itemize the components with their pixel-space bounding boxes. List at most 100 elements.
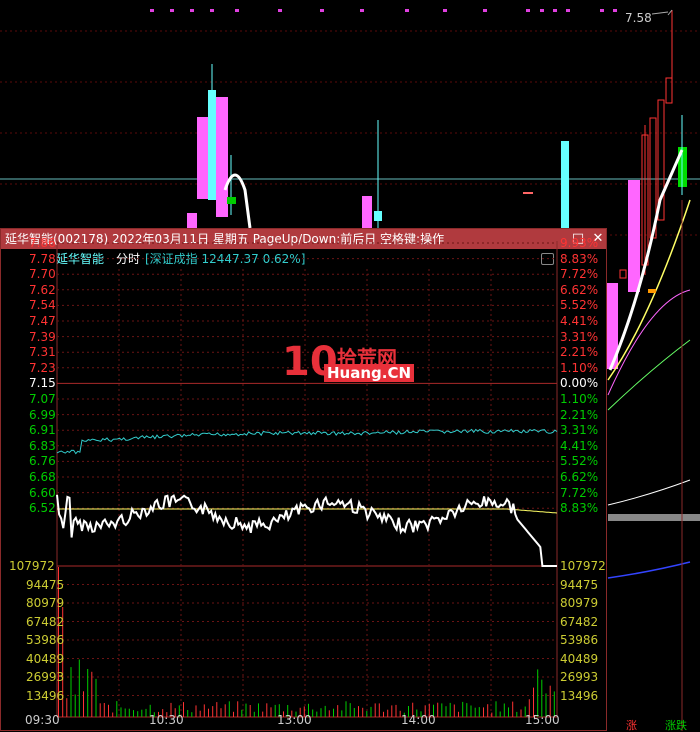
volume-bar: [362, 707, 364, 717]
volume-axis-label: 53986: [26, 633, 65, 647]
price-axis-label: 7.86: [29, 236, 56, 250]
volume-bar: [258, 703, 259, 717]
intraday-popup-window[interactable]: 延华智能(002178) 2022年03月11日 星期五 PageUp/Down…: [0, 228, 607, 731]
volume-bar: [191, 712, 193, 717]
volume-axis-label-right: 26993: [560, 670, 599, 684]
volume-axis-label: 94475: [26, 577, 65, 592]
volume-bar: [512, 701, 514, 717]
volume-bar: [74, 694, 76, 717]
price-axis-label: 7.15: [29, 376, 56, 391]
price-axis-label: 6.83: [29, 438, 56, 453]
percent-axis-label: 9.93%: [560, 236, 599, 250]
volume-bar: [316, 711, 318, 717]
price-axis-label: 6.76: [29, 454, 56, 469]
volume-bar: [395, 704, 397, 717]
percent-axis-label: 2.21%: [560, 407, 599, 422]
volume-axis-label: 80979: [26, 596, 65, 610]
bg-bottom-left-label: 涨: [626, 719, 637, 731]
percent-axis-label: 5.52%: [560, 454, 599, 469]
price-axis-label: 6.60: [29, 485, 56, 500]
percent-axis-label: 6.62%: [560, 470, 599, 484]
volume-axis-label-right: 80979: [560, 596, 599, 610]
volume-bar: [208, 708, 209, 717]
volume-bar: [453, 704, 455, 717]
volume-bar: [341, 710, 343, 717]
volume-bar: [520, 709, 522, 717]
volume-bar: [345, 701, 347, 717]
volume-bar: [116, 701, 118, 717]
volume-bar: [228, 701, 230, 717]
volume-bar: [466, 703, 468, 717]
time-axis-label: 10:30: [149, 713, 184, 727]
percent-axis-label: 1.10%: [560, 360, 599, 375]
volume-bar: [87, 669, 89, 717]
volume-axis-label-right: 53986: [560, 633, 599, 647]
price-axis-label: 7.31: [29, 345, 56, 360]
volume-bar: [324, 705, 326, 717]
volume-bar: [374, 703, 376, 717]
volume-bar: [112, 712, 114, 717]
volume-axis-label-right: 107972: [560, 559, 606, 573]
percent-axis-label: 0.00%: [560, 376, 599, 391]
volume-bar: [541, 679, 543, 717]
volume-bar: [95, 678, 97, 717]
volume-bar: [103, 703, 105, 717]
percent-axis-label: 3.31%: [560, 423, 599, 438]
volume-axis-label: 67482: [26, 614, 65, 629]
volume-bar: [391, 705, 393, 717]
volume-bar: [437, 702, 439, 717]
volume-bar: [262, 711, 264, 717]
volume-bar: [387, 709, 389, 717]
volume-bar: [66, 698, 68, 717]
price-axis-label: 6.52: [29, 501, 56, 516]
volume-bar: [78, 659, 80, 717]
volume-bar: [366, 711, 368, 717]
percent-axis-label: 4.41%: [560, 314, 599, 328]
volume-bar: [516, 711, 518, 717]
volume-axis-label-right: 94475: [560, 577, 599, 592]
volume-bar: [137, 711, 139, 717]
volume-bar: [203, 704, 205, 717]
percent-axis-label: 6.62%: [560, 282, 599, 297]
price-line: [56, 494, 557, 567]
volume-bar: [328, 710, 330, 717]
percent-axis-label: 8.83%: [560, 251, 599, 266]
price-axis-label: 6.68: [29, 470, 56, 484]
volume-bar: [491, 712, 493, 717]
volume-axis-label: 107972: [9, 559, 55, 573]
volume-bar: [503, 703, 505, 717]
volume-bar: [195, 705, 197, 717]
volume-bar: [462, 701, 464, 717]
volume-bar: [233, 711, 234, 717]
volume-bar: [253, 711, 255, 717]
volume-bar: [245, 703, 247, 717]
volume-bar: [270, 707, 272, 717]
volume-bar: [249, 705, 251, 717]
volume-bar: [499, 711, 501, 717]
volume-bar: [441, 703, 443, 717]
percent-axis-label: 1.10%: [560, 392, 599, 406]
volume-bar: [220, 708, 222, 717]
bg-price-label: 7.58: [625, 11, 652, 25]
price-axis-label: 7.47: [29, 314, 56, 328]
volume-bar: [333, 708, 334, 717]
volume-bar: [212, 706, 214, 717]
percent-axis-label: 5.52%: [560, 298, 599, 313]
volume-bar: [266, 703, 268, 717]
volume-bar: [458, 711, 459, 717]
volume-bar: [216, 702, 218, 717]
volume-bar: [83, 691, 84, 717]
volume-axis-label: 13496: [26, 688, 65, 703]
volume-bar: [99, 703, 101, 717]
intraday-chart: [56, 241, 558, 718]
volume-bar: [370, 706, 372, 717]
percent-axis-label: 4.41%: [560, 438, 599, 453]
volume-bar: [91, 671, 93, 717]
volume-bar: [70, 667, 72, 717]
volume-bar: [141, 709, 143, 717]
volume-bar: [478, 707, 480, 717]
volume-bar: [187, 710, 189, 717]
price-axis-label: 7.07: [29, 392, 56, 406]
volume-bar: [120, 707, 122, 717]
volume-axis-label-right: 40489: [560, 651, 599, 666]
